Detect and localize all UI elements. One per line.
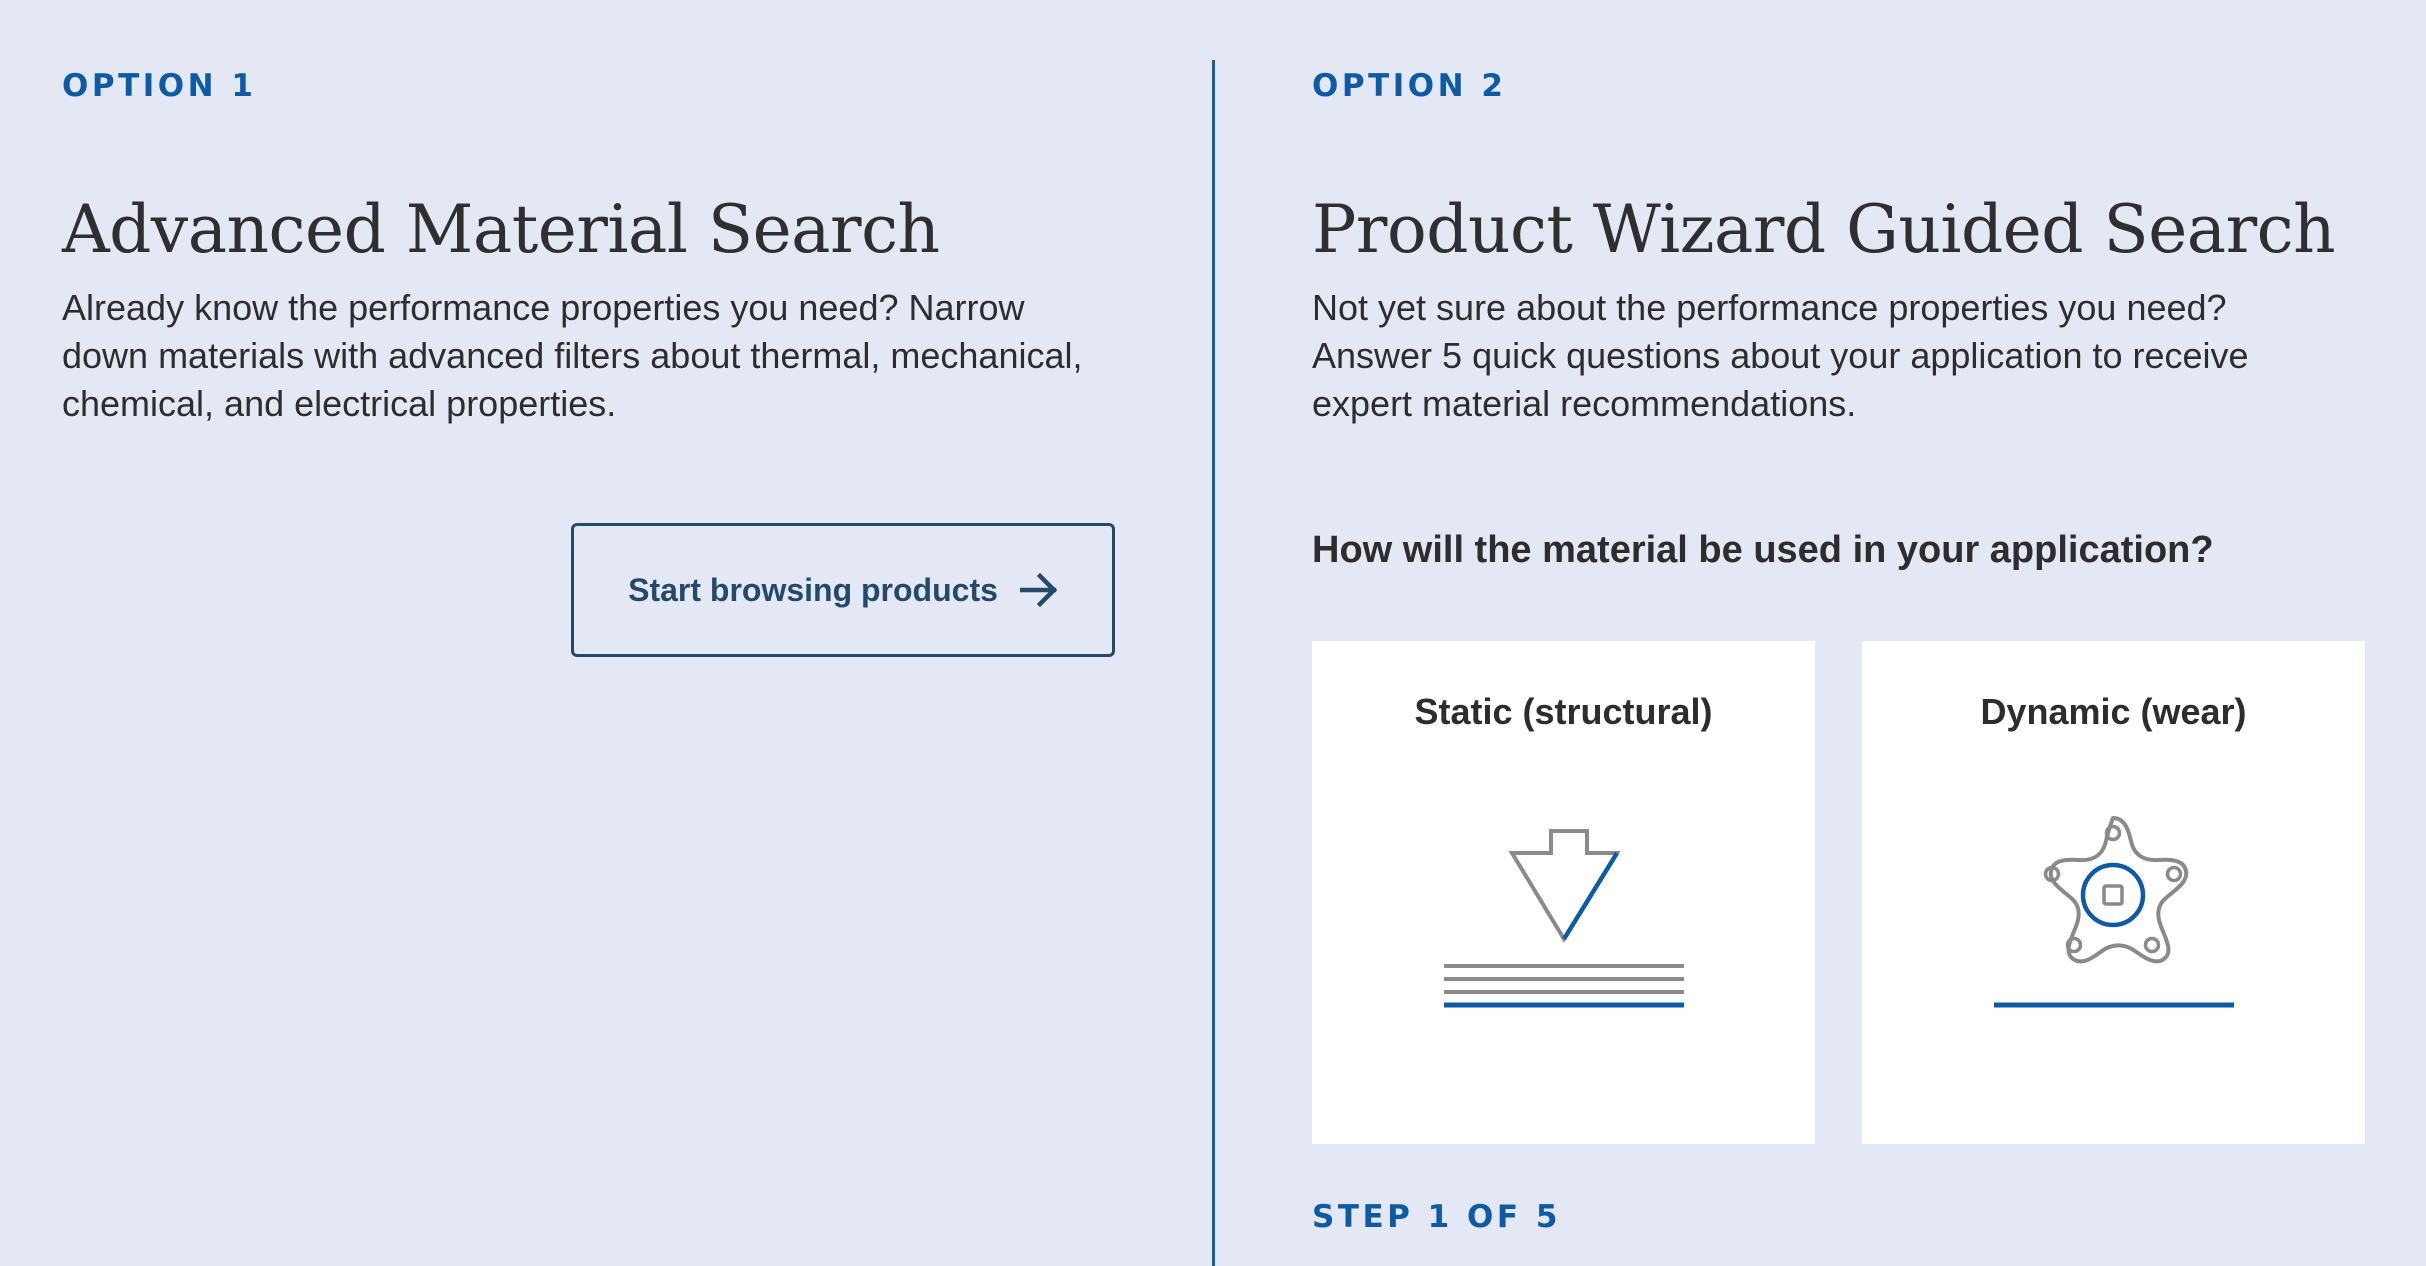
- option1-description: Already know the performance properties …: [62, 287, 1083, 424]
- gear-wear-icon: [1994, 816, 2234, 1008]
- downward-force-icon: [1444, 829, 1684, 1008]
- choice-static-card[interactable]: Static (structural): [1312, 641, 1815, 1144]
- option2-description: Not yet sure about the performance prope…: [1312, 287, 2249, 424]
- arrow-right-icon: [1019, 573, 1058, 607]
- choice-static-label: Static (structural): [1414, 691, 1713, 732]
- start-browsing-button[interactable]: Start browsing products: [571, 523, 1115, 657]
- option2-title: Product Wizard Guided Search: [1312, 191, 2336, 268]
- wizard-question: How will the material be used in your ap…: [1312, 529, 2214, 571]
- option1-title: Advanced Material Search: [62, 191, 940, 268]
- choice-dynamic-label: Dynamic (wear): [1980, 691, 2247, 732]
- column-divider: [1212, 60, 1215, 1266]
- wizard-step-indicator: STEP 1 OF 5: [1312, 1199, 1561, 1235]
- option2-eyebrow: OPTION 2: [1312, 68, 1507, 104]
- choice-dynamic-card[interactable]: Dynamic (wear): [1862, 641, 2365, 1144]
- start-browsing-label: Start browsing products: [628, 571, 998, 608]
- option1-eyebrow: OPTION 1: [62, 68, 257, 104]
